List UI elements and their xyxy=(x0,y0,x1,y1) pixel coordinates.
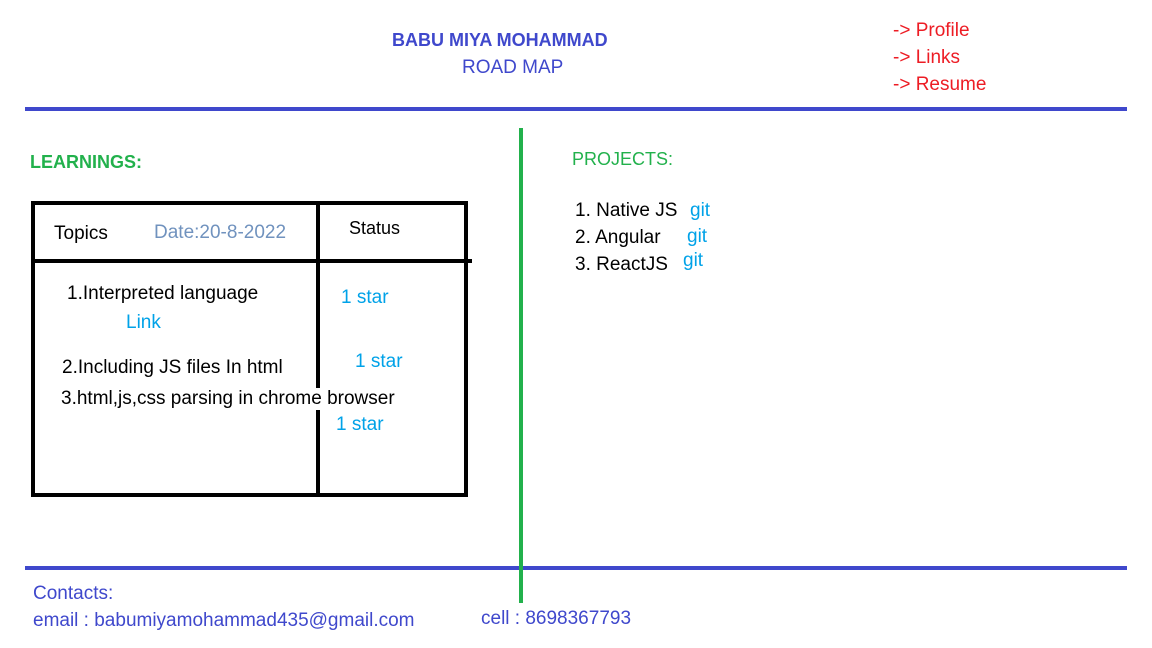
learnings-heading: LEARNINGS: xyxy=(30,152,142,172)
topic-2: 2.Including JS files In html xyxy=(62,357,283,379)
nav-link-resume[interactable]: -> Resume xyxy=(893,74,986,96)
status-1: 1 star xyxy=(341,287,389,308)
project-1: 1. Native JS xyxy=(575,200,678,221)
topic-1: 1.Interpreted language xyxy=(67,283,259,304)
topic-3: 3.html,js,css parsing in chrome browser xyxy=(61,388,395,410)
project-2-git-link[interactable]: git xyxy=(687,226,707,248)
header-divider xyxy=(25,107,1127,111)
contacts-heading: Contacts: xyxy=(33,583,114,604)
project-3-git-link[interactable]: git xyxy=(683,250,703,272)
project-3: 3. ReactJS xyxy=(575,254,668,275)
nav-link-profile[interactable]: -> Profile xyxy=(893,20,970,42)
topic-1-link[interactable]: Link xyxy=(126,312,161,334)
status-3: 1 star xyxy=(336,414,384,435)
status-2: 1 star xyxy=(355,351,403,372)
column-divider xyxy=(519,128,523,603)
contact-cell: cell : 8698367793 xyxy=(481,608,632,629)
page-subtitle: ROAD MAP xyxy=(462,57,564,78)
table-date: Date:20-8-2022 xyxy=(154,222,287,243)
page-title: BABU MIYA MOHAMMAD xyxy=(392,30,608,50)
footer-divider xyxy=(25,566,1127,570)
column-header-topics: Topics xyxy=(54,223,108,244)
project-2: 2. Angular xyxy=(575,227,661,248)
column-header-status: Status xyxy=(349,218,401,238)
nav-link-links[interactable]: -> Links xyxy=(893,47,960,69)
contact-email: email : babumiyamohammad435@gmail.com xyxy=(33,610,415,631)
project-1-git-link[interactable]: git xyxy=(690,200,710,222)
projects-heading: PROJECTS: xyxy=(572,149,674,169)
